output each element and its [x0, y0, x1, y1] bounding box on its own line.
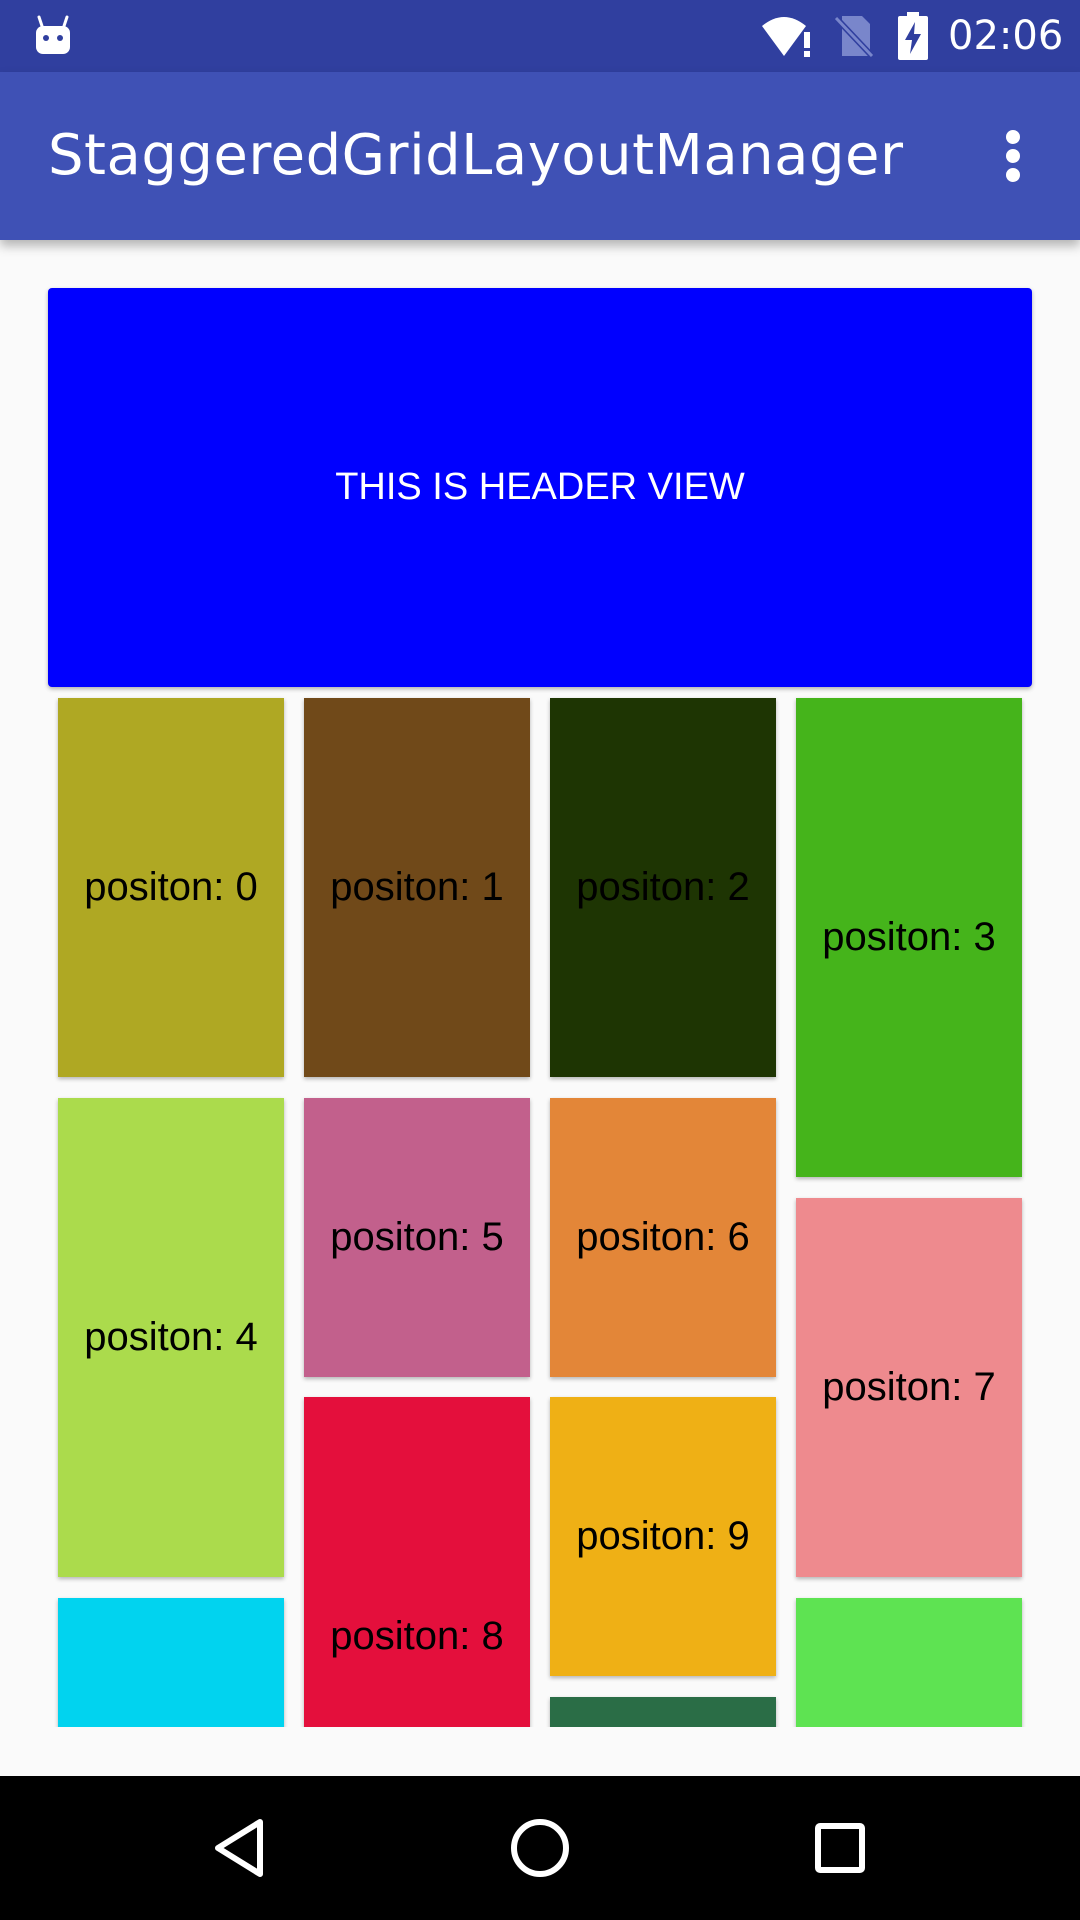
grid-item-8[interactable]: positon: 8 [304, 1397, 530, 1727]
navigation-bar [0, 1776, 1080, 1920]
grid-item-12[interactable] [796, 1598, 1022, 1727]
header-view-label: THIS IS HEADER VIEW [335, 466, 745, 508]
grid-item-11[interactable] [550, 1697, 776, 1727]
grid-item-label: positon: 7 [822, 1365, 996, 1409]
grid-item-label: positon: 4 [84, 1315, 258, 1359]
grid-item-9[interactable]: positon: 9 [550, 1397, 776, 1676]
grid-item-label: positon: 3 [822, 915, 996, 959]
grid-item-10[interactable] [58, 1598, 284, 1727]
grid-item-label: positon: 9 [576, 1514, 750, 1558]
grid-item-1[interactable]: positon: 1 [304, 698, 530, 1077]
grid-item-4[interactable]: positon: 4 [58, 1098, 284, 1577]
staggered-grid[interactable]: positon: 0 positon: 1 positon: 2 positon… [0, 690, 1080, 1727]
grid-item-2[interactable]: positon: 2 [550, 698, 776, 1077]
grid-item-7[interactable]: positon: 7 [796, 1198, 1022, 1577]
grid-item-3[interactable]: positon: 3 [796, 698, 1022, 1177]
recents-icon[interactable] [804, 1812, 876, 1884]
grid-item-label: positon: 0 [84, 865, 258, 909]
app-bar: StaggeredGridLayoutManager [0, 72, 1080, 240]
grid-item-0[interactable]: positon: 0 [58, 698, 284, 1077]
grid-item-label: positon: 8 [330, 1614, 504, 1658]
grid-item-label: positon: 5 [330, 1215, 504, 1259]
grid-item-label: positon: 2 [576, 865, 750, 909]
grid-item-label: positon: 6 [576, 1215, 750, 1259]
wifi-alert-icon [762, 17, 810, 57]
battery-charging-icon [898, 12, 928, 60]
app-title: StaggeredGridLayoutManager [48, 123, 904, 188]
grid-item-6[interactable]: positon: 6 [550, 1098, 776, 1377]
no-sim-icon [834, 15, 874, 58]
back-icon[interactable] [204, 1812, 276, 1884]
grid-item-5[interactable]: positon: 5 [304, 1098, 530, 1377]
status-time: 02:06 [948, 13, 1064, 59]
android-debug-icon [36, 15, 70, 54]
header-view: THIS IS HEADER VIEW [48, 288, 1032, 687]
status-bar: 02:06 [0, 0, 1080, 72]
grid-item-label: positon: 1 [330, 865, 504, 909]
home-icon[interactable] [504, 1812, 576, 1884]
overflow-menu-icon[interactable] [992, 128, 1036, 184]
